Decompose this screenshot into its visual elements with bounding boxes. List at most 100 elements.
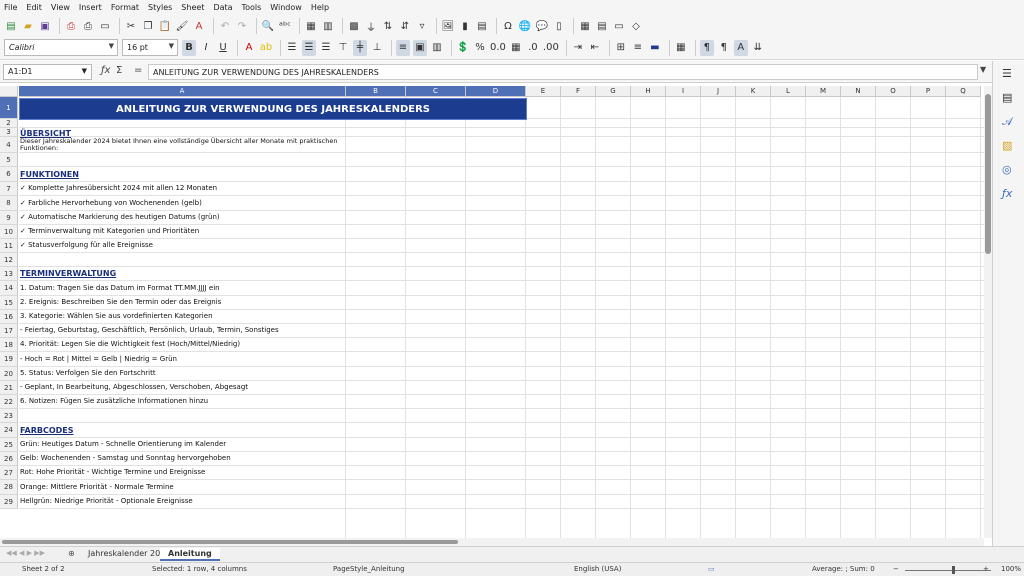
cell-a17[interactable]: - Feiertag, Geburtstag, Geschäftlich, Pe… <box>20 326 279 334</box>
comment-icon[interactable]: 💬 <box>535 18 549 34</box>
cell-a6[interactable]: FUNKTIONEN <box>20 170 79 180</box>
cell-a22[interactable]: 6. Notizen: Fügen Sie zusätzliche Inform… <box>20 397 208 405</box>
align-top-icon[interactable]: ⊤ <box>336 40 350 56</box>
row-header-29[interactable]: 29 <box>0 495 18 509</box>
text-direction-vertical-icon[interactable]: ⇊ <box>751 40 765 56</box>
autofilter-icon[interactable]: ⏚ <box>364 18 378 34</box>
unmerge-icon[interactable]: ▥ <box>430 40 444 56</box>
select-all-corner[interactable] <box>0 86 18 97</box>
number-format-icon[interactable]: 0.0 <box>490 40 506 56</box>
copy-icon[interactable]: ❐ <box>141 18 155 34</box>
row-header-27[interactable]: 27 <box>0 466 18 480</box>
clear-formatting-icon[interactable]: A <box>192 18 206 34</box>
column-header-o[interactable]: O <box>876 86 911 97</box>
vertical-scroll-thumb[interactable] <box>985 94 991 254</box>
column-header-a[interactable]: A <box>19 86 346 97</box>
row-header-20[interactable]: 20 <box>0 367 18 381</box>
sort-descending-icon[interactable]: ⇵ <box>398 18 412 34</box>
menu-icon[interactable]: ☰ <box>1002 67 1012 80</box>
row-header-8[interactable]: 8 <box>0 196 18 211</box>
column-header-k[interactable]: K <box>736 86 771 97</box>
borders-icon[interactable]: ⊞ <box>614 40 628 56</box>
row-header-21[interactable]: 21 <box>0 381 18 395</box>
title-cell[interactable]: ANLEITUNG ZUR VERWENDUNG DES JAHRESKALEN… <box>19 98 527 120</box>
row-header-15[interactable]: 15 <box>0 296 18 310</box>
open-folder-icon[interactable]: ▰ <box>21 18 35 34</box>
font-color-icon[interactable]: A <box>242 40 256 56</box>
undo-icon[interactable]: ↶ <box>218 18 232 34</box>
clone-formatting-icon[interactable]: 🖌 <box>175 18 189 34</box>
menu-data[interactable]: Data <box>213 3 232 12</box>
bold-icon[interactable]: B <box>182 39 196 56</box>
row-header-22[interactable]: 22 <box>0 395 18 409</box>
left-to-right-icon[interactable]: ¶ <box>699 39 714 56</box>
menu-insert[interactable]: Insert <box>79 3 102 12</box>
cell-a14[interactable]: 1. Datum: Tragen Sie das Datum im Format… <box>20 284 220 292</box>
percent-format-icon[interactable]: % <box>473 40 487 56</box>
menu-tools[interactable]: Tools <box>242 3 262 12</box>
cell-grid[interactable]: A B C D E F G H I J K L M N O P Q 1 2 3 4 5 6 7 8 9 10 11 12 13 14 15 16… <box>0 86 984 538</box>
font-name-combo[interactable]: Calibri ▼ <box>4 39 118 56</box>
cell-a19[interactable]: - Hoch = Rot | Mittel = Gelb | Niedrig =… <box>20 355 177 363</box>
cell-a10[interactable]: ✓ Terminverwaltung mit Kategorien und Pr… <box>20 227 199 235</box>
cell-a8[interactable]: ✓ Farbliche Hervorhebung von Wochenenden… <box>20 199 202 207</box>
export-pdf-icon[interactable]: ⎙ <box>64 18 78 34</box>
column-icon[interactable]: ▥ <box>321 18 335 34</box>
cell-a15[interactable]: 2. Ereignis: Beschreiben Sie den Termin … <box>20 298 221 306</box>
paste-icon[interactable]: 📋 <box>158 18 172 34</box>
add-sheet-icon[interactable]: ⊕ <box>68 549 75 558</box>
print-icon[interactable]: ⎙ <box>81 18 95 34</box>
expand-formula-icon[interactable]: ▼ <box>980 65 986 74</box>
text-direction-horizontal-icon[interactable]: A <box>733 39 748 56</box>
row-header-5[interactable]: 5 <box>0 153 18 167</box>
row-header-7[interactable]: 7 <box>0 182 18 196</box>
properties-icon[interactable]: ▤ <box>1002 91 1012 104</box>
cell-a20[interactable]: 5. Status: Verfolgen Sie den Fortschritt <box>20 369 156 377</box>
cell-a29[interactable]: Hellgrün: Niedrige Priorität - Optionale… <box>20 497 193 505</box>
cell-a26[interactable]: Gelb: Wochenenden - Samstag und Sonntag … <box>20 454 231 462</box>
function-wizard-icon[interactable]: ƒx <box>101 65 110 76</box>
row-header-19[interactable]: 19 <box>0 352 18 367</box>
row-header-6[interactable]: 6 <box>0 167 18 182</box>
right-to-left-icon[interactable]: ¶ <box>717 40 731 56</box>
menu-file[interactable]: File <box>4 3 17 12</box>
formula-equals-icon[interactable]: = <box>134 65 142 76</box>
vertical-scrollbar[interactable] <box>984 86 992 538</box>
selection-mode-icon[interactable]: ▭ <box>708 565 715 573</box>
redo-icon[interactable]: ↷ <box>235 18 249 34</box>
horizontal-scroll-thumb[interactable] <box>2 540 458 544</box>
status-summary[interactable]: Average: ; Sum: 0 <box>812 565 875 573</box>
headers-icon[interactable]: ▩ <box>347 18 361 34</box>
row-header-14[interactable]: 14 <box>0 281 18 296</box>
row-header-9[interactable]: 9 <box>0 211 18 225</box>
styles-icon[interactable]: 𝒜 <box>1002 115 1012 129</box>
cell-a4[interactable]: Dieser Jahreskalender 2024 bietet Ihnen … <box>20 138 342 152</box>
menu-view[interactable]: View <box>51 3 70 12</box>
cell-a11[interactable]: ✓ Statusverfolgung für alle Ereignisse <box>20 241 153 249</box>
row-header-18[interactable]: 18 <box>0 338 18 352</box>
menu-edit[interactable]: Edit <box>26 3 42 12</box>
column-header-f[interactable]: F <box>561 86 596 97</box>
cell-a16[interactable]: 3. Kategorie: Wählen Sie aus vordefinier… <box>20 312 213 320</box>
column-header-i[interactable]: I <box>666 86 701 97</box>
show-draw-functions-icon[interactable]: ◇ <box>629 18 643 34</box>
cell-a13[interactable]: TERMINVERWALTUNG <box>20 269 116 279</box>
cell-a18[interactable]: 4. Priorität: Legen Sie die Wichtigkeit … <box>20 340 240 348</box>
cell-a25[interactable]: Grün: Heutiges Datum - Schnelle Orientie… <box>20 440 226 448</box>
status-language[interactable]: English (USA) <box>574 565 621 573</box>
border-style-icon[interactable]: ≡ <box>631 40 645 56</box>
column-header-l[interactable]: L <box>771 86 806 97</box>
cut-icon[interactable]: ✂ <box>124 18 138 34</box>
menu-format[interactable]: Format <box>111 3 139 12</box>
add-decimal-icon[interactable]: .0 <box>526 40 540 56</box>
functions-icon[interactable]: ƒx <box>1002 187 1012 200</box>
tab-navigation-icon[interactable]: ◀◀ ◀ ▶ ▶▶ <box>6 549 45 557</box>
column-header-m[interactable]: M <box>806 86 841 97</box>
align-left-icon[interactable]: ☰ <box>285 40 299 56</box>
highlight-color-icon[interactable]: ab <box>259 40 273 56</box>
row-header-25[interactable]: 25 <box>0 438 18 452</box>
menu-window[interactable]: Window <box>270 3 302 12</box>
define-print-area-icon[interactable]: ▦ <box>578 18 592 34</box>
row-header-12[interactable]: 12 <box>0 253 18 267</box>
column-header-q[interactable]: Q <box>946 86 981 97</box>
